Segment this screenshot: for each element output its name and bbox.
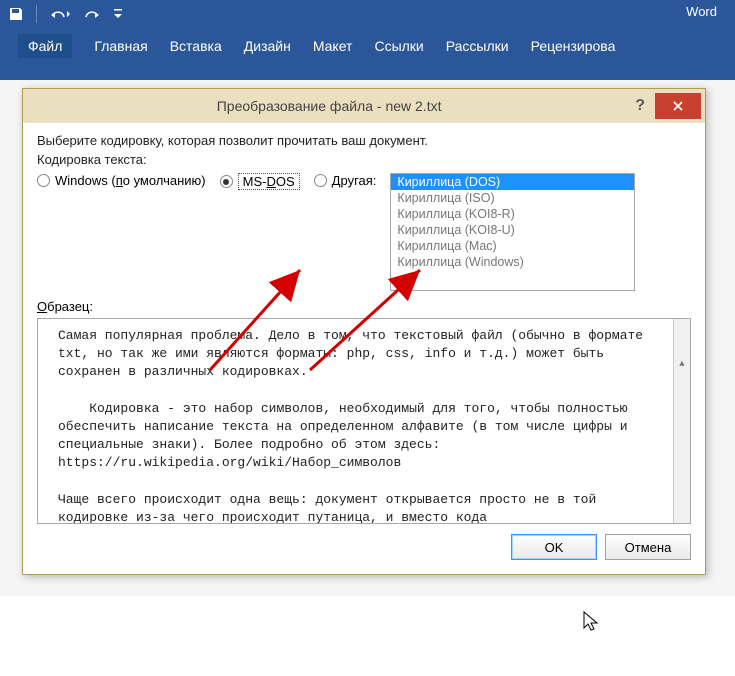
radio-msdos-label: MS-DOS <box>238 173 300 190</box>
dialog-title: Преобразование файла - new 2.txt <box>33 98 625 114</box>
sample-preview: Самая популярная проблема. Дело в том, ч… <box>37 318 691 524</box>
tab-design[interactable]: Дизайн <box>244 38 291 54</box>
quick-access-toolbar <box>0 0 735 28</box>
tab-layout[interactable]: Макет <box>313 38 353 54</box>
encoding-option[interactable]: Кириллица (Windows) <box>391 254 634 270</box>
radio-icon <box>314 174 327 187</box>
tab-mailings[interactable]: Рассылки <box>446 38 509 54</box>
radio-icon <box>220 175 233 188</box>
dialog-titlebar[interactable]: Преобразование файла - new 2.txt ? <box>23 89 705 123</box>
tab-insert[interactable]: Вставка <box>170 38 222 54</box>
encoding-listbox[interactable]: Кириллица (DOS) Кириллица (ISO) Кириллиц… <box>390 173 635 291</box>
redo-icon[interactable] <box>83 6 101 22</box>
help-icon[interactable]: ? <box>625 97 655 115</box>
sample-label: Образец: <box>37 299 691 314</box>
radio-icon <box>37 174 50 187</box>
ok-button[interactable]: OK <box>511 534 597 560</box>
undo-icon[interactable] <box>49 6 71 22</box>
radio-windows-label: Windows (по умолчанию) <box>55 173 206 188</box>
qat-separator <box>36 5 37 23</box>
ribbon: Word Файл Главная Вставка Дизайн Макет С… <box>0 0 735 80</box>
dialog-instruction: Выберите кодировку, которая позволит про… <box>37 133 691 148</box>
qat-customize-icon[interactable] <box>113 6 123 22</box>
tab-file[interactable]: Файл <box>18 34 72 58</box>
radio-msdos[interactable]: MS-DOS <box>220 173 300 190</box>
ribbon-tabs: Файл Главная Вставка Дизайн Макет Ссылки… <box>0 28 735 54</box>
file-conversion-dialog: Преобразование файла - new 2.txt ? Выбер… <box>22 88 706 575</box>
app-title: Word <box>686 4 717 19</box>
sample-scrollbar[interactable]: ▲ <box>673 319 690 523</box>
encoding-option[interactable]: Кириллица (DOS) <box>391 174 634 190</box>
radio-other[interactable]: Другая: <box>314 173 377 188</box>
dialog-body: Выберите кодировку, которая позволит про… <box>23 123 705 574</box>
tab-home[interactable]: Главная <box>94 38 147 54</box>
close-icon[interactable] <box>655 93 701 119</box>
mouse-cursor <box>582 610 602 634</box>
encoding-radio-row: Windows (по умолчанию) MS-DOS Другая: Ки… <box>37 173 691 291</box>
radio-other-label: Другая: <box>332 173 377 188</box>
radio-windows[interactable]: Windows (по умолчанию) <box>37 173 206 188</box>
sample-text: Самая популярная проблема. Дело в том, ч… <box>58 328 651 524</box>
encoding-option[interactable]: Кириллица (Mac) <box>391 238 634 254</box>
encoding-option[interactable]: Кириллица (KOI8-U) <box>391 222 634 238</box>
dialog-buttons: OK Отмена <box>37 534 691 560</box>
cancel-button[interactable]: Отмена <box>605 534 691 560</box>
encoding-group-label: Кодировка текста: <box>37 152 691 167</box>
save-icon[interactable] <box>8 6 24 22</box>
tab-review[interactable]: Рецензирова <box>531 38 616 54</box>
scroll-up-icon[interactable]: ▲ <box>674 355 690 372</box>
tab-references[interactable]: Ссылки <box>374 38 423 54</box>
encoding-option[interactable]: Кириллица (KOI8-R) <box>391 206 634 222</box>
encoding-option[interactable]: Кириллица (ISO) <box>391 190 634 206</box>
document-area: Преобразование файла - new 2.txt ? Выбер… <box>0 80 735 596</box>
